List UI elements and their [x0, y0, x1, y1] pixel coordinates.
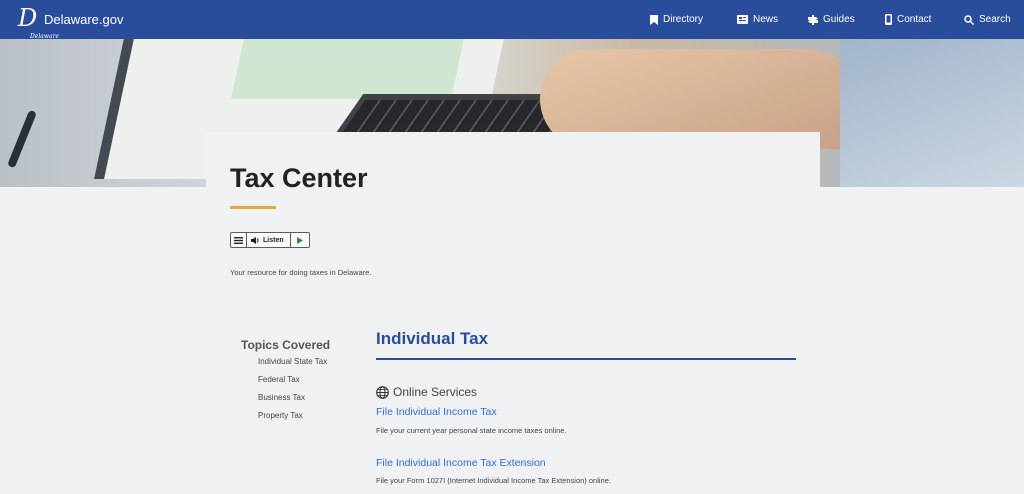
play-icon [296, 236, 303, 244]
nav-news[interactable]: News [737, 0, 778, 39]
file-income-tax-link[interactable]: File Individual Income Tax [376, 406, 497, 418]
nav-guides[interactable]: Guides [808, 0, 855, 39]
menu-icon [234, 236, 243, 244]
intro-text: Your resource for doing taxes in Delawar… [230, 268, 372, 277]
sleeve-shape [840, 39, 1024, 187]
bookmark-icon [650, 14, 658, 25]
nav-news-label: News [753, 14, 779, 25]
site-name-link[interactable]: Delaware.gov [44, 12, 124, 27]
page-title: Tax Center [230, 163, 368, 193]
file-income-tax-extension-desc: File your Form 1027I (Internet Individua… [376, 476, 611, 485]
speaker-icon [251, 236, 259, 244]
topic-federal-tax[interactable]: Federal Tax [258, 375, 300, 384]
signpost-icon [808, 14, 818, 25]
phone-icon [885, 14, 892, 25]
nav-search-label: Search [979, 14, 1011, 25]
nav-directory[interactable]: Directory [650, 0, 703, 39]
file-income-tax-extension-link[interactable]: File Individual Income Tax Extension [376, 457, 546, 469]
top-nav-bar: D Delaware Delaware.gov Directory News G… [0, 0, 1024, 40]
online-services-heading: Online Services [376, 385, 477, 399]
newspaper-icon [737, 15, 748, 24]
topic-individual-state-tax[interactable]: Individual State Tax [258, 357, 327, 366]
listen-button[interactable]: Listen [247, 233, 291, 247]
nav-directory-label: Directory [663, 14, 704, 25]
topics-heading: Topics Covered [241, 338, 331, 352]
globe-icon [376, 385, 389, 399]
topic-property-tax[interactable]: Property Tax [258, 411, 303, 420]
section-title: Individual Tax [376, 329, 489, 348]
nav-contact-label: Contact [897, 14, 932, 25]
listen-widget[interactable]: Listen [230, 232, 310, 248]
search-icon [964, 14, 974, 25]
section-divider [376, 358, 796, 360]
listen-play-button[interactable] [291, 233, 309, 247]
listen-menu-button[interactable] [231, 233, 247, 247]
nav-contact[interactable]: Contact [885, 0, 931, 39]
listen-label: Listen [263, 236, 284, 244]
title-underline [230, 206, 276, 209]
file-income-tax-desc: File your current year personal state in… [376, 426, 567, 435]
online-services-label: Online Services [393, 385, 478, 399]
topic-business-tax[interactable]: Business Tax [258, 393, 305, 402]
nav-guides-label: Guides [823, 14, 855, 25]
nav-search[interactable]: Search [964, 0, 1011, 39]
pen-shape [7, 109, 37, 169]
delaware-logo-icon[interactable]: D Delaware [14, 4, 59, 40]
